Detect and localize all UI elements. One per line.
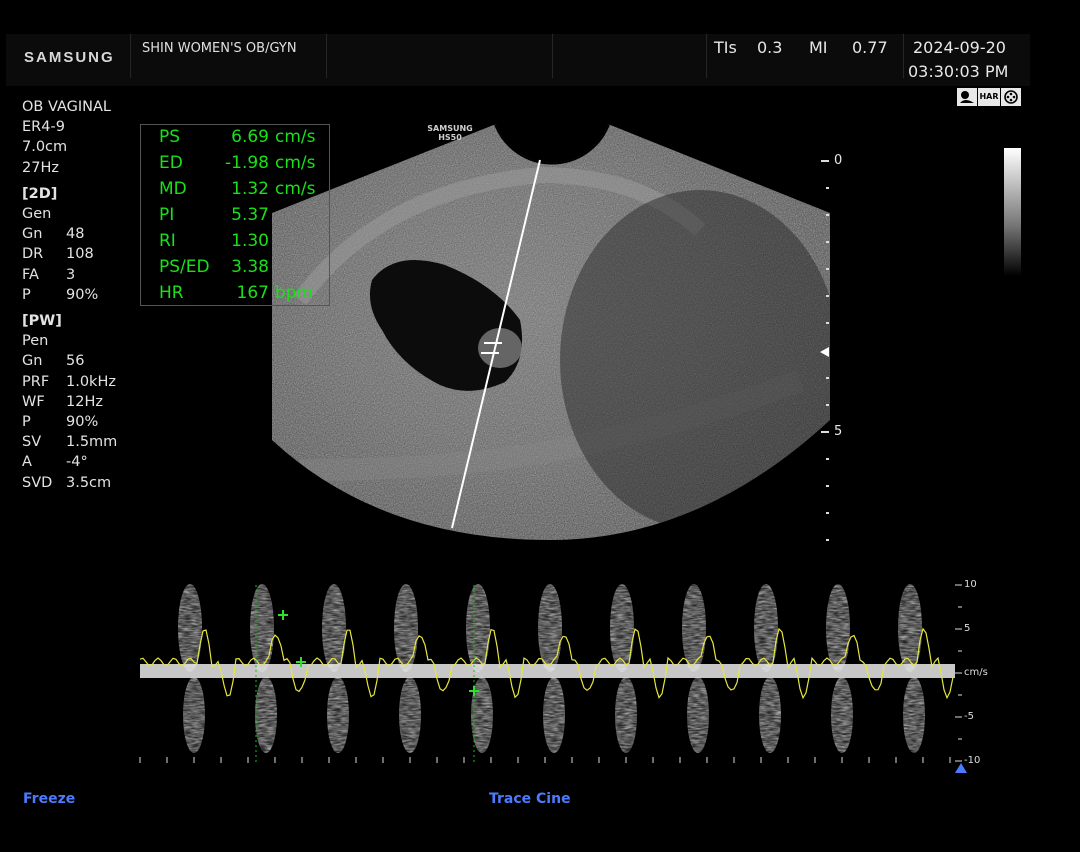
- velocity-label: -5: [964, 711, 974, 722]
- spectral-peak: [898, 584, 922, 672]
- spectral-peak: [610, 584, 634, 672]
- velocity-label: 10: [964, 579, 977, 590]
- spectral-trough: [327, 677, 349, 753]
- spectral-trough: [183, 677, 205, 753]
- spectral-trough: [903, 677, 925, 753]
- spectral-trough: [687, 677, 709, 753]
- spectral-trough: [615, 677, 637, 753]
- spectral-trough: [255, 677, 277, 753]
- freeze-softkey[interactable]: Freeze: [23, 791, 75, 807]
- doppler-spectrum: [139, 584, 967, 773]
- spectral-trough: [543, 677, 565, 753]
- spectral-peak: [754, 584, 778, 672]
- velocity-label: 5: [964, 623, 971, 634]
- spectral-peak: [826, 584, 850, 672]
- caliper-ps-icon[interactable]: [278, 610, 288, 620]
- trace-cine-softkey[interactable]: Trace Cine: [489, 791, 571, 807]
- velocity-scale: [955, 584, 962, 762]
- spectral-trough: [759, 677, 781, 753]
- time-scale: [139, 757, 951, 763]
- velocity-unit: cm/s: [964, 667, 988, 678]
- velocity-label: -10: [964, 755, 981, 766]
- spectral-trough: [831, 677, 853, 753]
- spectral-trough: [399, 677, 421, 753]
